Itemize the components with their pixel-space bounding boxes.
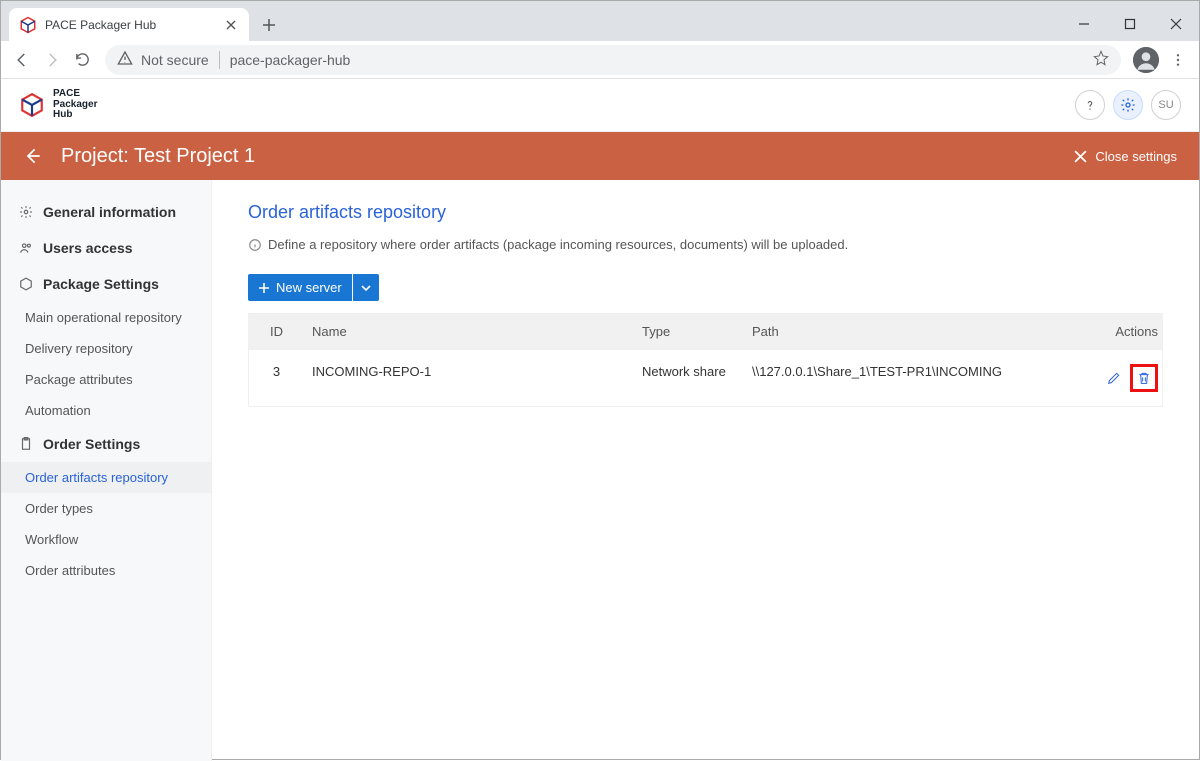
sidebar-cat-package[interactable]: Package Settings (1, 266, 211, 302)
col-type: Type (634, 314, 744, 349)
settings-sidebar: General information Users access Package… (1, 180, 212, 761)
col-name: Name (304, 314, 634, 349)
window-minimize-button[interactable] (1061, 9, 1107, 39)
cell-type: Network share (634, 350, 744, 406)
settings-button[interactable] (1113, 90, 1143, 120)
user-avatar[interactable]: SU (1151, 90, 1181, 120)
hint-text: Define a repository where order artifact… (268, 237, 848, 252)
sidebar-item-automation[interactable]: Automation (1, 395, 211, 426)
kebab-menu-icon[interactable] (1163, 45, 1193, 75)
new-server-splitbutton: New server (248, 274, 379, 301)
trash-icon (1136, 370, 1152, 386)
users-icon (19, 241, 33, 255)
info-icon (248, 238, 262, 252)
back-button[interactable] (7, 45, 37, 75)
window-maximize-button[interactable] (1107, 9, 1153, 39)
sidebar-item-order-types[interactable]: Order types (1, 493, 211, 524)
tab-close-icon[interactable] (223, 17, 239, 33)
delete-button[interactable] (1130, 364, 1158, 392)
sidebar-item-users[interactable]: Users access (1, 230, 211, 266)
sidebar-item-package-attrs[interactable]: Package attributes (1, 364, 211, 395)
new-tab-button[interactable] (255, 11, 283, 39)
project-back-button[interactable] (23, 146, 43, 166)
not-secure-icon (117, 50, 133, 69)
table-row: 3 INCOMING-REPO-1 Network share \\127.0.… (249, 349, 1162, 406)
cube-icon (19, 92, 45, 118)
sidebar-item-order-artifacts[interactable]: Order artifacts repository (1, 462, 211, 493)
sidebar-item-order-attrs[interactable]: Order attributes (1, 555, 211, 586)
project-title: Project: Test Project 1 (61, 145, 255, 168)
page-heading: Order artifacts repository (248, 202, 1163, 223)
window-controls (1061, 9, 1199, 39)
col-actions: Actions (1062, 314, 1162, 349)
help-button[interactable] (1075, 90, 1105, 120)
omnibox-separator (219, 51, 220, 69)
sidebar-item-delivery-repo[interactable]: Delivery repository (1, 333, 211, 364)
content-area: Order artifacts repository Define a repo… (212, 180, 1199, 761)
address-input[interactable]: Not secure pace-packager-hub (105, 45, 1121, 75)
gear-icon (19, 205, 33, 219)
col-path: Path (744, 314, 1062, 349)
table-header: ID Name Type Path Actions (249, 314, 1162, 349)
logo-text: PACE Packager Hub (53, 89, 97, 121)
app-header: PACE Packager Hub SU (1, 79, 1199, 132)
app-logo[interactable]: PACE Packager Hub (19, 89, 97, 121)
package-icon (19, 277, 33, 291)
pencil-icon (1106, 370, 1122, 386)
close-settings-label: Close settings (1095, 149, 1177, 164)
tab-title: PACE Packager Hub (45, 18, 223, 32)
plus-icon (258, 282, 270, 294)
forward-button[interactable] (37, 45, 67, 75)
browser-address-bar: Not secure pace-packager-hub (1, 41, 1199, 79)
servers-table: ID Name Type Path Actions 3 INCOMING-REP… (248, 313, 1163, 407)
cell-path: \\127.0.0.1\Share_1\TEST-PR1\INCOMING (744, 350, 1062, 406)
new-server-button[interactable]: New server (248, 274, 352, 301)
edit-button[interactable] (1100, 364, 1128, 392)
chevron-down-icon (360, 282, 372, 294)
window-close-button[interactable] (1153, 9, 1199, 39)
browser-titlebar: PACE Packager Hub (1, 1, 1199, 41)
cell-actions (1062, 350, 1162, 406)
bookmark-star-icon[interactable] (1093, 50, 1109, 69)
sidebar-item-general[interactable]: General information (1, 194, 211, 230)
cube-icon (19, 16, 37, 34)
new-server-dropdown[interactable] (353, 274, 379, 301)
security-text: Not secure (141, 52, 209, 68)
clipboard-icon (19, 437, 33, 451)
new-server-label: New server (276, 280, 342, 295)
sidebar-item-main-repo[interactable]: Main operational repository (1, 302, 211, 333)
hint-row: Define a repository where order artifact… (248, 237, 1163, 252)
browser-tab[interactable]: PACE Packager Hub (9, 8, 249, 41)
project-bar: Project: Test Project 1 Close settings (1, 132, 1199, 180)
cell-id: 3 (249, 350, 304, 406)
sidebar-cat-order[interactable]: Order Settings (1, 426, 211, 462)
sidebar-item-workflow[interactable]: Workflow (1, 524, 211, 555)
close-settings-button[interactable]: Close settings (1074, 149, 1177, 164)
col-id: ID (249, 314, 304, 349)
profile-avatar-icon[interactable] (1133, 47, 1159, 73)
cell-name: INCOMING-REPO-1 (304, 350, 634, 406)
url-text: pace-packager-hub (230, 52, 351, 68)
close-icon (1074, 150, 1087, 163)
reload-button[interactable] (67, 45, 97, 75)
